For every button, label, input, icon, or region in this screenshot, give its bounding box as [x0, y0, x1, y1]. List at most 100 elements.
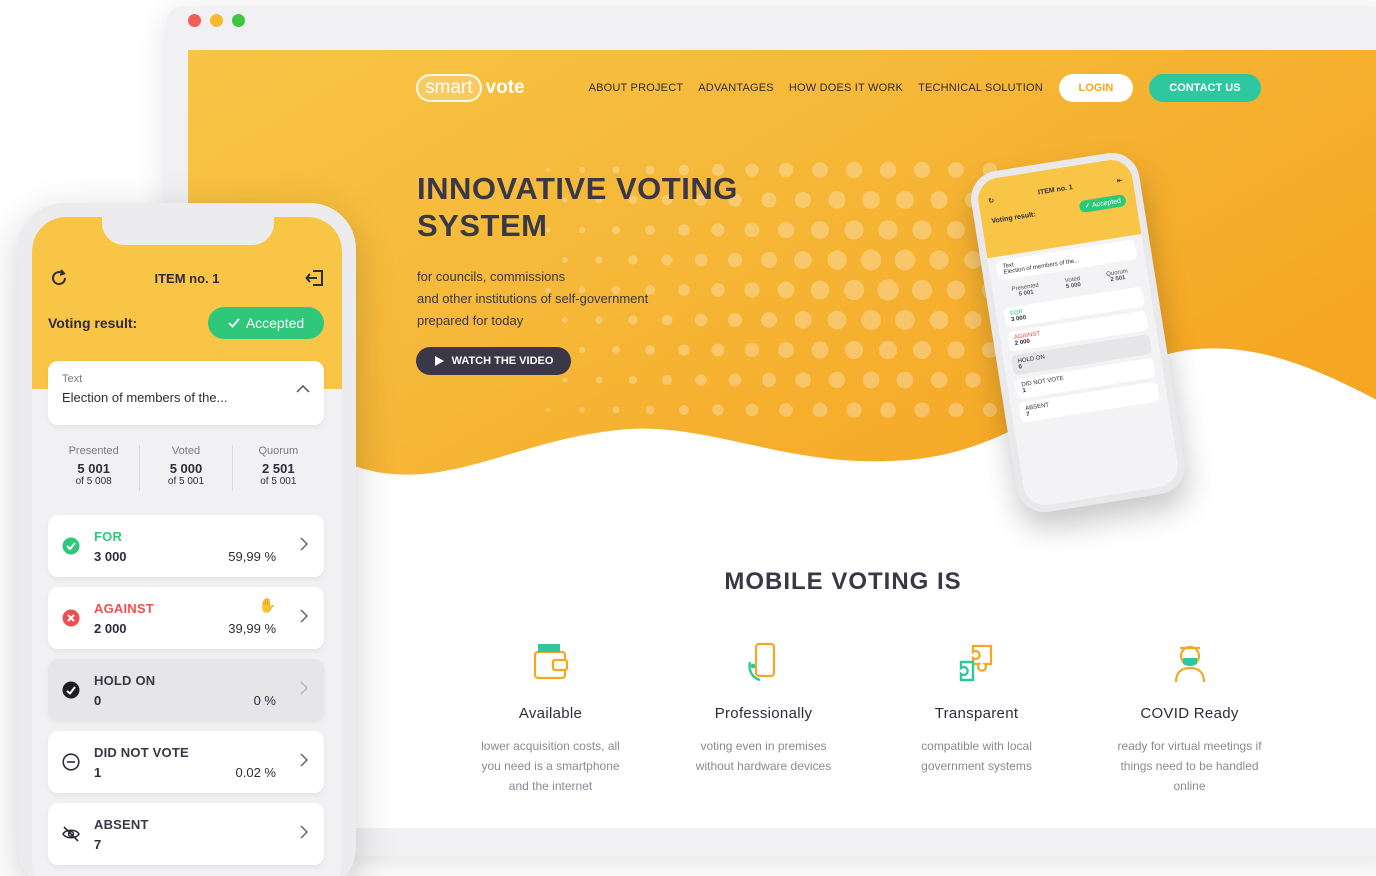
mini-vote-label: DID NOT VOTE — [1021, 375, 1065, 389]
nav-how-does-it-work[interactable]: HOW DOES IT WORK — [789, 82, 903, 94]
hero-phone-stat: Quorum 2 501 — [1106, 268, 1129, 283]
contact-us-button[interactable]: CONTACT US — [1148, 74, 1261, 102]
chevron-up-icon[interactable] — [296, 385, 310, 393]
check-circle-dark-icon — [62, 681, 80, 699]
halftone-dot — [711, 343, 725, 357]
halftone-dot — [828, 191, 846, 209]
vote-row-did-not-vote[interactable]: DID NOT VOTE 1 0.02 % — [48, 731, 324, 793]
vote-percent: 0.02 % — [235, 765, 276, 780]
nav-advantages[interactable]: ADVANTAGES — [698, 82, 774, 94]
minimize-window-button[interactable] — [210, 14, 223, 27]
nav-technical-solution[interactable]: TECHNICAL SOLUTION — [918, 82, 1043, 94]
vote-count: 0 — [94, 693, 102, 708]
hero-phone-result-label: Voting result: — [990, 210, 1037, 225]
stat-value: 2 501 — [262, 461, 295, 476]
hand-icon: ✋ — [258, 597, 276, 613]
vote-row-against[interactable]: AGAINST ✋ 2 000 39,99 % — [48, 587, 324, 649]
phone-screen: ITEM no. 1 Voting result: Accepted Text … — [32, 217, 342, 876]
hero-phone-accepted-badge: ✓ Accepted — [1078, 193, 1127, 214]
halftone-dot — [878, 220, 898, 240]
watch-video-button[interactable]: WATCH THE VIDEO — [416, 347, 571, 375]
vote-percent: 39,99 % — [228, 621, 276, 636]
feature-covid-ready: COVID Ready ready for virtual meetings i… — [1083, 640, 1296, 796]
mini-vote-count: 0 — [1018, 364, 1023, 371]
phone-hand-icon — [747, 642, 775, 682]
mini-vote-count: 7 — [1025, 411, 1031, 419]
vote-row-for[interactable]: FOR 3 000 59,99 % — [48, 515, 324, 577]
halftone-dot — [827, 250, 847, 270]
feature-professionally: Professionally voting even in premises w… — [657, 640, 870, 796]
halftone-dot — [879, 161, 897, 179]
hero-phone-item-title: ITEM no. 1 — [1037, 184, 1074, 197]
exit-icon[interactable] — [304, 267, 326, 289]
halftone-dot — [761, 372, 777, 388]
feature-desc: compatible with local government systems — [921, 739, 1032, 773]
halftone-dot — [912, 220, 932, 240]
halftone-dot — [844, 340, 864, 360]
logo-smart: smart — [416, 74, 482, 102]
halftone-dot — [628, 375, 638, 385]
hero-background — [188, 50, 1376, 475]
login-button[interactable]: LOGIN — [1058, 74, 1133, 102]
vote-percent: 59,99 % — [228, 549, 276, 564]
halftone-dot — [744, 342, 760, 358]
text-value: Election of members of the... — [62, 390, 228, 405]
section-title: MOBILE VOTING IS — [724, 568, 962, 595]
stat-quorum: Quorum 2 501 of 5 001 — [233, 445, 324, 491]
chevron-right-icon — [300, 537, 308, 551]
refresh-icon: ↻ — [987, 197, 995, 206]
watch-video-label: WATCH THE VIDEO — [451, 355, 554, 367]
halftone-dot — [811, 341, 829, 359]
eye-off-icon — [62, 826, 80, 842]
vote-count: 1 — [94, 765, 102, 780]
halftone-dot — [728, 373, 742, 387]
refresh-icon[interactable] — [48, 267, 70, 289]
halftone-dot — [662, 375, 672, 385]
close-window-button[interactable] — [188, 14, 201, 27]
halftone-dot — [877, 279, 899, 301]
vote-row-hold-on[interactable]: HOLD ON 0 0 % — [48, 659, 324, 721]
hero-subtitle-line: for councils, commissions — [417, 269, 566, 284]
nav-about-project[interactable]: ABOUT PROJECT — [589, 82, 684, 94]
halftone-dot — [845, 161, 863, 179]
mini-stat-value: 2 501 — [1110, 274, 1126, 284]
exit-icon: ⇤ — [1116, 177, 1124, 185]
vote-label: DID NOT VOTE — [94, 745, 189, 760]
halftone-dot — [595, 376, 603, 384]
halftone-dot — [844, 220, 864, 240]
halftone-dot — [744, 282, 760, 298]
feature-desc: ready for virtual meetings if things nee… — [1117, 739, 1262, 793]
feature-title: COVID Ready — [1140, 705, 1239, 722]
halftone-dot — [930, 371, 948, 389]
maximize-window-button[interactable] — [232, 14, 245, 27]
window-controls — [188, 14, 245, 27]
halftone-dot — [578, 346, 586, 354]
vote-row-absent[interactable]: ABSENT 7 — [48, 803, 324, 865]
check-icon — [228, 318, 240, 328]
play-icon — [434, 356, 444, 366]
hero-subtitle: for councils, commissions and other inst… — [417, 266, 737, 332]
halftone-dot — [914, 402, 930, 418]
halftone-dot — [948, 162, 964, 178]
stat-of: of 5 001 — [167, 476, 205, 487]
text-card[interactable]: Text Election of members of the... — [48, 361, 324, 425]
halftone-dot — [913, 161, 931, 179]
halftone-dot — [911, 279, 933, 301]
hero-phone-stat: Presented 5 001 — [1011, 283, 1040, 299]
hero-phone-stat: Voted 5 000 — [1065, 276, 1082, 290]
halftone-dot — [661, 254, 673, 266]
hero-subtitle-line: and other institutions of self-governmen… — [417, 291, 649, 306]
stat-value: 5 000 — [169, 461, 203, 476]
halftone-dot — [946, 280, 966, 300]
voting-result-label: Voting result: — [48, 315, 138, 331]
vote-label: FOR — [94, 529, 123, 544]
chevron-right-icon — [300, 753, 308, 767]
feature-title: Professionally — [714, 705, 813, 722]
stat-label: Presented — [68, 445, 119, 457]
smartvote-logo[interactable]: smart vote — [416, 74, 525, 102]
halftone-dot — [862, 191, 880, 209]
halftone-dot — [712, 404, 724, 416]
stat-label: Quorum — [258, 445, 299, 457]
halftone-dot — [727, 252, 743, 268]
halftone-dot — [779, 403, 793, 417]
